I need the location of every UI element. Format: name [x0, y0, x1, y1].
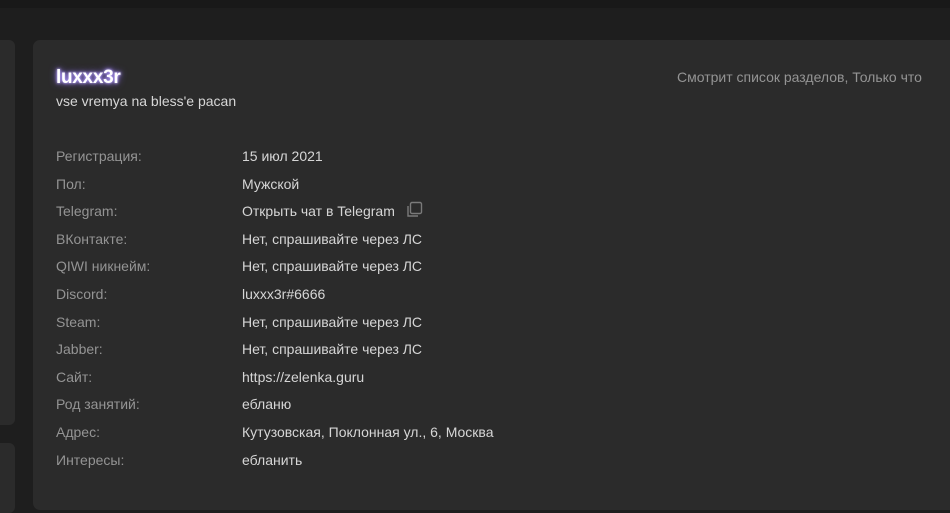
- info-value: ебланить: [242, 451, 303, 468]
- website-link[interactable]: https://zelenka.guru: [242, 366, 364, 388]
- info-row-address: Адрес: Кутузовская, Поклонная ул., 6, Мо…: [56, 421, 656, 449]
- info-label: Регистрация:: [56, 148, 142, 164]
- info-value: ебланю: [242, 396, 292, 413]
- info-value: Нет, спрашивайте через ЛС: [242, 230, 423, 247]
- profile-username[interactable]: luxxx3r: [56, 67, 121, 89]
- info-label: ВКонтакте:: [56, 230, 128, 247]
- info-label: Адрес:: [56, 423, 100, 440]
- info-label: QIWI никнейм:: [56, 258, 151, 275]
- info-row-jabber: Jabber: Нет, спрашивайте через ЛС: [56, 338, 656, 366]
- info-value: Мужской: [242, 175, 300, 192]
- info-value: 15 июл 2021: [242, 148, 323, 164]
- info-label: Jabber:: [56, 341, 103, 358]
- info-row-vkontakte: ВКонтакте: Нет, спрашивайте через ЛС: [56, 228, 656, 256]
- left-sidebar-panel-lower: [0, 443, 15, 513]
- info-row-website: Сайт: https://zelenka.guru: [56, 366, 656, 394]
- info-row-gender: Пол: Мужской: [56, 173, 656, 201]
- info-value: Нет, спрашивайте через ЛС: [242, 258, 423, 275]
- copy-icon[interactable]: [405, 201, 423, 219]
- info-label: Discord:: [56, 285, 108, 302]
- info-row-steam: Steam: Нет, спрашивайте через ЛС: [56, 311, 656, 339]
- info-value: Нет, спрашивайте через ЛС: [242, 313, 423, 330]
- info-row-registration: Регистрация: 15 июл 2021: [56, 145, 656, 173]
- top-bar: [0, 0, 950, 8]
- info-label: Пол:: [56, 175, 86, 192]
- info-value: luxxx3r#6666: [242, 285, 326, 302]
- info-value: Нет, спрашивайте через ЛС: [242, 341, 423, 358]
- info-row-qiwi: QIWI никнейм: Нет, спрашивайте через ЛС: [56, 255, 656, 283]
- info-value: Кутузовская, Поклонная ул., 6, Москва: [242, 423, 494, 440]
- info-label: Steam:: [56, 313, 101, 330]
- info-label: Род занятий:: [56, 396, 140, 413]
- profile-info-list: Регистрация: 15 июл 2021 Пол: Мужской Te…: [56, 145, 656, 476]
- info-row-telegram: Telegram: Открыть чат в Telegram: [56, 200, 656, 228]
- telegram-link[interactable]: Открыть чат в Telegram: [242, 203, 395, 219]
- left-sidebar-panel: [0, 40, 15, 425]
- info-row-discord: Discord: luxxx3r#6666: [56, 283, 656, 311]
- info-label: Сайт:: [56, 368, 93, 385]
- info-row-interests: Интересы: ебланить: [56, 449, 656, 477]
- profile-activity[interactable]: Смотрит список разделов, Только что: [677, 69, 922, 85]
- info-row-occupation: Род занятий: ебланю: [56, 393, 656, 421]
- info-label: Telegram:: [56, 203, 118, 220]
- telegram-value: Открыть чат в Telegram: [242, 200, 423, 222]
- info-label: Интересы:: [56, 451, 125, 468]
- profile-status: vse vremya na bless'e pacan: [56, 93, 237, 109]
